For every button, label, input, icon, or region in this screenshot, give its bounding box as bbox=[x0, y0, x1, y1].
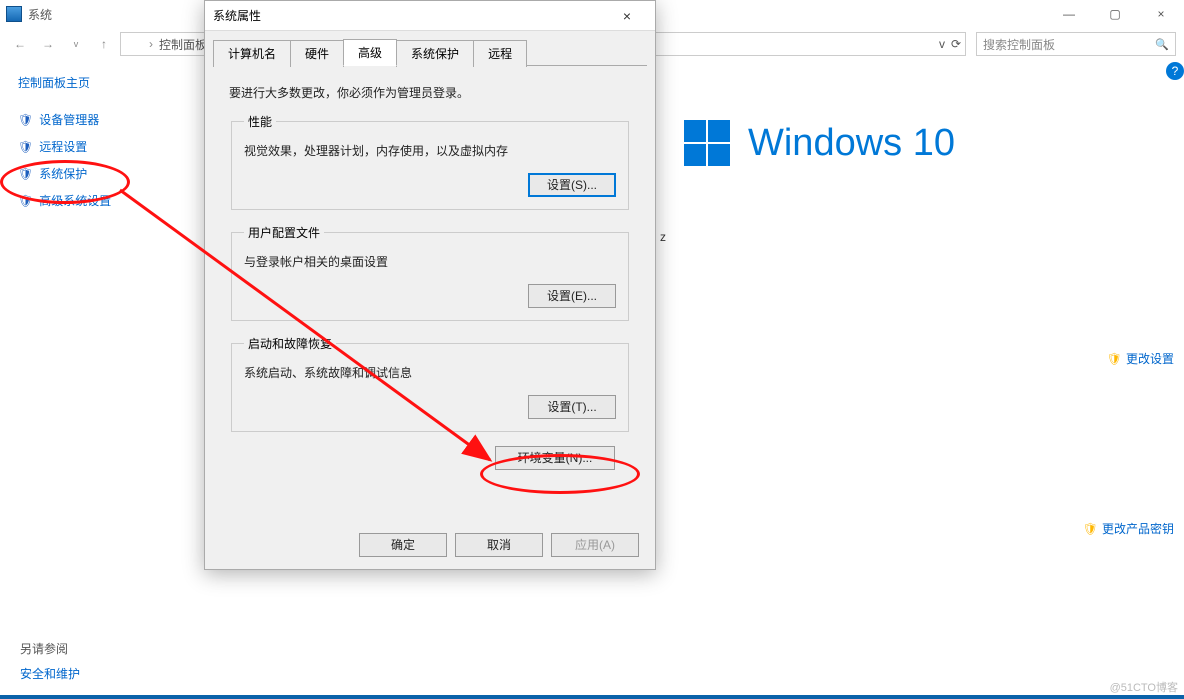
profiles-legend: 用户配置文件 bbox=[244, 224, 324, 241]
shield-icon bbox=[18, 140, 33, 154]
forward-button[interactable]: → bbox=[36, 32, 60, 56]
stray-text: z bbox=[660, 230, 666, 244]
link-label: 更改设置 bbox=[1126, 350, 1174, 367]
tab-hardware[interactable]: 硬件 bbox=[290, 40, 344, 67]
shield-icon bbox=[18, 167, 33, 181]
windows-logo-icon bbox=[684, 120, 730, 166]
startup-settings-button[interactable]: 设置(T)... bbox=[528, 395, 616, 419]
sidebar-item-remote-settings[interactable]: 远程设置 bbox=[18, 138, 188, 155]
window-title: 系统 bbox=[28, 6, 52, 23]
minimize-button[interactable]: — bbox=[1046, 0, 1092, 28]
change-settings-link[interactable]: 更改设置 bbox=[1107, 350, 1174, 367]
cancel-button[interactable]: 取消 bbox=[455, 533, 543, 557]
see-also-heading: 另请参阅 bbox=[20, 640, 80, 657]
performance-desc: 视觉效果，处理器计划，内存使用，以及虚拟内存 bbox=[244, 142, 616, 159]
dialog-title: 系统属性 bbox=[213, 7, 261, 24]
performance-legend: 性能 bbox=[244, 113, 276, 130]
startup-group: 启动和故障恢复 系统启动、系统故障和调试信息 设置(T)... bbox=[231, 335, 629, 432]
sidebar-item-advanced-settings[interactable]: 高级系统设置 bbox=[18, 192, 188, 209]
sidebar-item-system-protection[interactable]: 系统保护 bbox=[18, 165, 188, 182]
shield-icon bbox=[1107, 352, 1122, 366]
sidebar-item-device-manager[interactable]: 设备管理器 bbox=[18, 111, 188, 128]
window-bottom-stripe bbox=[0, 695, 1184, 699]
windows-logo-block: Windows 10 bbox=[684, 120, 1184, 166]
system-icon bbox=[6, 6, 22, 22]
breadcrumb-0[interactable]: 控制面板 bbox=[159, 36, 207, 53]
change-product-key-link[interactable]: 更改产品密钥 bbox=[1083, 520, 1174, 537]
shield-icon bbox=[18, 194, 33, 208]
help-icon[interactable]: ? bbox=[1166, 62, 1184, 80]
performance-group: 性能 视觉效果，处理器计划，内存使用，以及虚拟内存 设置(S)... bbox=[231, 113, 629, 210]
sidebar-item-label: 高级系统设置 bbox=[39, 192, 111, 209]
dialog-titlebar[interactable]: 系统属性 × bbox=[205, 1, 655, 31]
breadcrumb-icon bbox=[125, 37, 139, 51]
address-dropdown-icon[interactable]: v bbox=[939, 37, 945, 51]
ok-button[interactable]: 确定 bbox=[359, 533, 447, 557]
sidebar-item-label: 远程设置 bbox=[39, 138, 87, 155]
shield-icon bbox=[1083, 522, 1098, 536]
close-window-button[interactable]: × bbox=[1138, 0, 1184, 28]
sidebar-item-label: 系统保护 bbox=[39, 165, 87, 182]
up-button[interactable]: ↑ bbox=[92, 32, 116, 56]
dialog-close-button[interactable]: × bbox=[607, 8, 647, 24]
search-input[interactable]: 搜索控制面板 bbox=[976, 32, 1176, 56]
shield-icon bbox=[18, 113, 33, 127]
tab-remote[interactable]: 远程 bbox=[473, 40, 527, 67]
profiles-desc: 与登录帐户相关的桌面设置 bbox=[244, 253, 616, 270]
recent-dropdown[interactable]: v bbox=[64, 32, 88, 56]
profiles-settings-button[interactable]: 设置(E)... bbox=[528, 284, 616, 308]
tab-advanced[interactable]: 高级 bbox=[343, 39, 397, 66]
search-icon[interactable] bbox=[1155, 37, 1169, 51]
search-placeholder: 搜索控制面板 bbox=[983, 36, 1055, 53]
watermark: @51CTO博客 bbox=[1110, 679, 1178, 695]
refresh-icon[interactable]: ⟳ bbox=[951, 37, 961, 51]
sidebar-item-label: 设备管理器 bbox=[39, 111, 99, 128]
dialog-intro-text: 要进行大多数更改，你必须作为管理员登录。 bbox=[229, 84, 631, 101]
tab-system-protection[interactable]: 系统保护 bbox=[396, 40, 474, 67]
profiles-group: 用户配置文件 与登录帐户相关的桌面设置 设置(E)... bbox=[231, 224, 629, 321]
see-also-link[interactable]: 安全和维护 bbox=[20, 665, 80, 682]
back-button[interactable]: ← bbox=[8, 32, 32, 56]
apply-button[interactable]: 应用(A) bbox=[551, 533, 639, 557]
environment-variables-button[interactable]: 环境变量(N)... bbox=[495, 446, 615, 470]
startup-desc: 系统启动、系统故障和调试信息 bbox=[244, 364, 616, 381]
tab-computer-name[interactable]: 计算机名 bbox=[213, 40, 291, 67]
maximize-button[interactable]: ▢ bbox=[1092, 0, 1138, 28]
system-properties-dialog: 系统属性 × 计算机名 硬件 高级 系统保护 远程 要进行大多数更改，你必须作为… bbox=[204, 0, 656, 570]
performance-settings-button[interactable]: 设置(S)... bbox=[528, 173, 616, 197]
link-label: 更改产品密钥 bbox=[1102, 520, 1174, 537]
windows-logo-text: Windows 10 bbox=[748, 122, 955, 165]
startup-legend: 启动和故障恢复 bbox=[244, 335, 336, 352]
control-panel-home-link[interactable]: 控制面板主页 bbox=[18, 74, 188, 91]
